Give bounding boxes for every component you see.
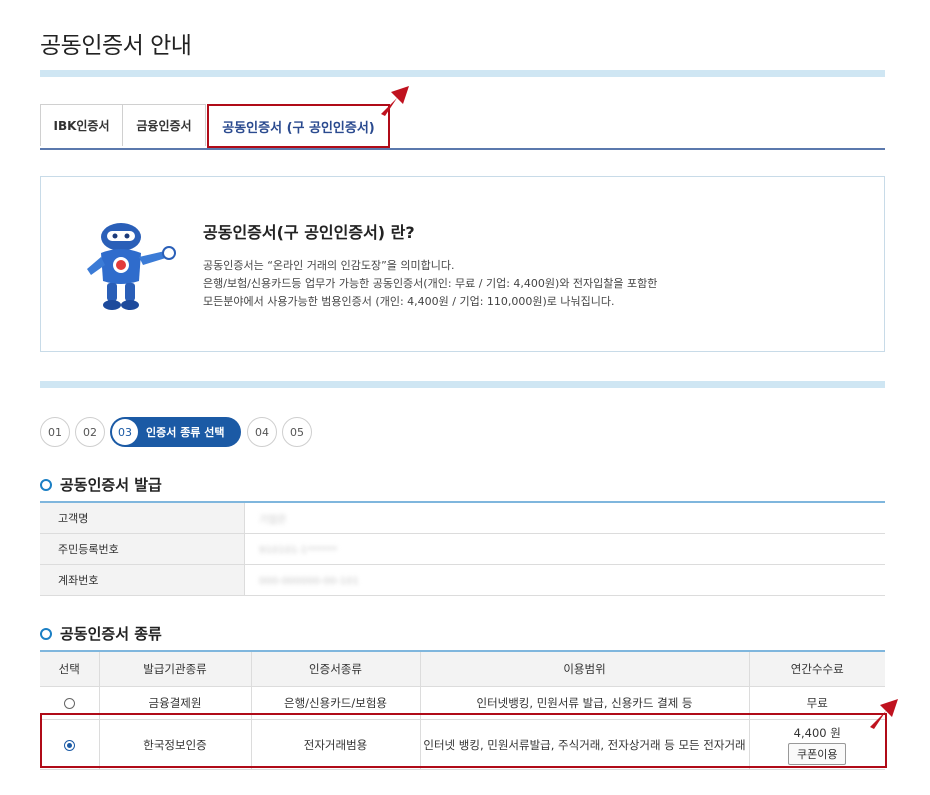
account-number-value: 000-000000-00-101 [244,564,885,596]
header-select: 선택 [40,651,100,687]
step-03-label: 인증서 종류 선택 [146,426,225,439]
tab-financial-cert[interactable]: 금융인증서 [122,104,206,146]
step-03-number: 03 [112,419,138,445]
issue-info-table: 고객명 기업은 주민등록번호 910101-1****** 계좌번호 000-0… [40,501,885,596]
header-fee: 연간수수료 [749,651,885,687]
select-cell [40,719,100,770]
coupon-button[interactable]: 쿠폰이용 [788,742,847,765]
mascot-robot-icon [87,223,176,310]
cert-type-cell: 은행/신용카드/보험용 [251,686,421,720]
info-title: 공동인증서(구 공인인증서) 란? [203,223,415,242]
account-number-text: 000-000000-00-101 [259,575,359,587]
info-line: 공동인증서는 “온라인 거래의 인감도장”을 의미합니다. [203,259,455,272]
header-issuer: 발급기관종류 [99,651,252,687]
tab-ibk-cert[interactable]: IBK인증서 [40,104,123,146]
account-number-label: 계좌번호 [40,564,245,596]
type-section-label: 공동인증서 종류 [60,625,162,643]
table-header-row: 선택 발급기관종류 인증서종류 이용범위 연간수수료 [40,651,885,687]
step-02: 02 [75,417,105,447]
scope-cell: 인터넷뱅킹, 민원서류 발급, 신용카드 결제 등 [420,686,750,720]
header-scope: 이용범위 [420,651,750,687]
page-title: 공동인증서 안내 [40,33,192,59]
section-divider [40,381,885,388]
pointer-arrow-icon [381,86,409,116]
radio-button[interactable] [63,698,75,709]
bullet-icon [40,627,52,640]
bullet-icon [40,478,52,491]
table-row: 계좌번호 000-000000-00-101 [40,564,885,596]
customer-name-text: 기업은 [259,514,287,526]
cert-tabs: IBK인증서 금융인증서 공동인증서 (구 공인인증서) [40,104,885,150]
pointer-arrow-icon [870,699,898,729]
table-row: 금융결제원 은행/신용카드/보험용 인터넷뱅킹, 민원서류 발급, 신용카드 결… [40,686,885,720]
resident-number-text: 910101-1****** [259,544,338,556]
scope-cell: 인터넷 뱅킹, 민원서류발급, 주식거래, 전자상거래 등 모든 전자거래 [420,719,750,770]
resident-number-label: 주민등록번호 [40,533,245,565]
cert-type-table: 선택 발급기관종류 인증서종류 이용범위 연간수수료 금융결제원 은행/신용카드… [40,650,885,770]
type-section-title: 공동인증서 종류 [40,623,162,644]
info-box: 공동인증서(구 공인인증서) 란? 공동인증서는 “온라인 거래의 인감도장”을… [40,176,885,352]
customer-name-label: 고객명 [40,502,245,534]
resident-number-value: 910101-1****** [244,533,885,565]
table-row: 한국정보인증 전자거래범용 인터넷 뱅킹, 민원서류발급, 주식거래, 전자상거… [40,719,885,770]
header-cert-type: 인증서종류 [251,651,421,687]
select-cell [40,686,100,720]
step-05: 05 [282,417,312,447]
fee-cell: 무료 [749,686,885,720]
step-01: 01 [40,417,70,447]
step-03-active: 03 인증서 종류 선택 [110,417,241,447]
info-line: 은행/보험/신용카드등 업무가 가능한 공동인증서(개인: 무료 / 기업: 4… [203,277,658,290]
issuer-cell: 한국정보인증 [99,719,252,770]
radio-button-selected[interactable] [63,739,75,751]
tab-joint-cert[interactable]: 공동인증서 (구 공인인증서) [207,104,390,148]
fee-cell: 4,400 원 쿠폰이용 [749,719,885,770]
info-line: 모든분야에서 사용가능한 범용인증서 (개인: 4,400원 / 기업: 110… [203,295,615,308]
issue-section-label: 공동인증서 발급 [60,476,162,494]
fee-value: 4,400 원 [793,725,841,740]
issue-section-title: 공동인증서 발급 [40,474,162,495]
title-divider [40,70,885,77]
cert-type-cell: 전자거래범용 [251,719,421,770]
table-row: 고객명 기업은 [40,502,885,534]
table-row: 주민등록번호 910101-1****** [40,533,885,565]
customer-name-value: 기업은 [244,502,885,534]
issuer-cell: 금융결제원 [99,686,252,720]
step-04: 04 [247,417,277,447]
info-description: 공동인증서는 “온라인 거래의 인감도장”을 의미합니다. 은행/보험/신용카드… [203,257,657,311]
